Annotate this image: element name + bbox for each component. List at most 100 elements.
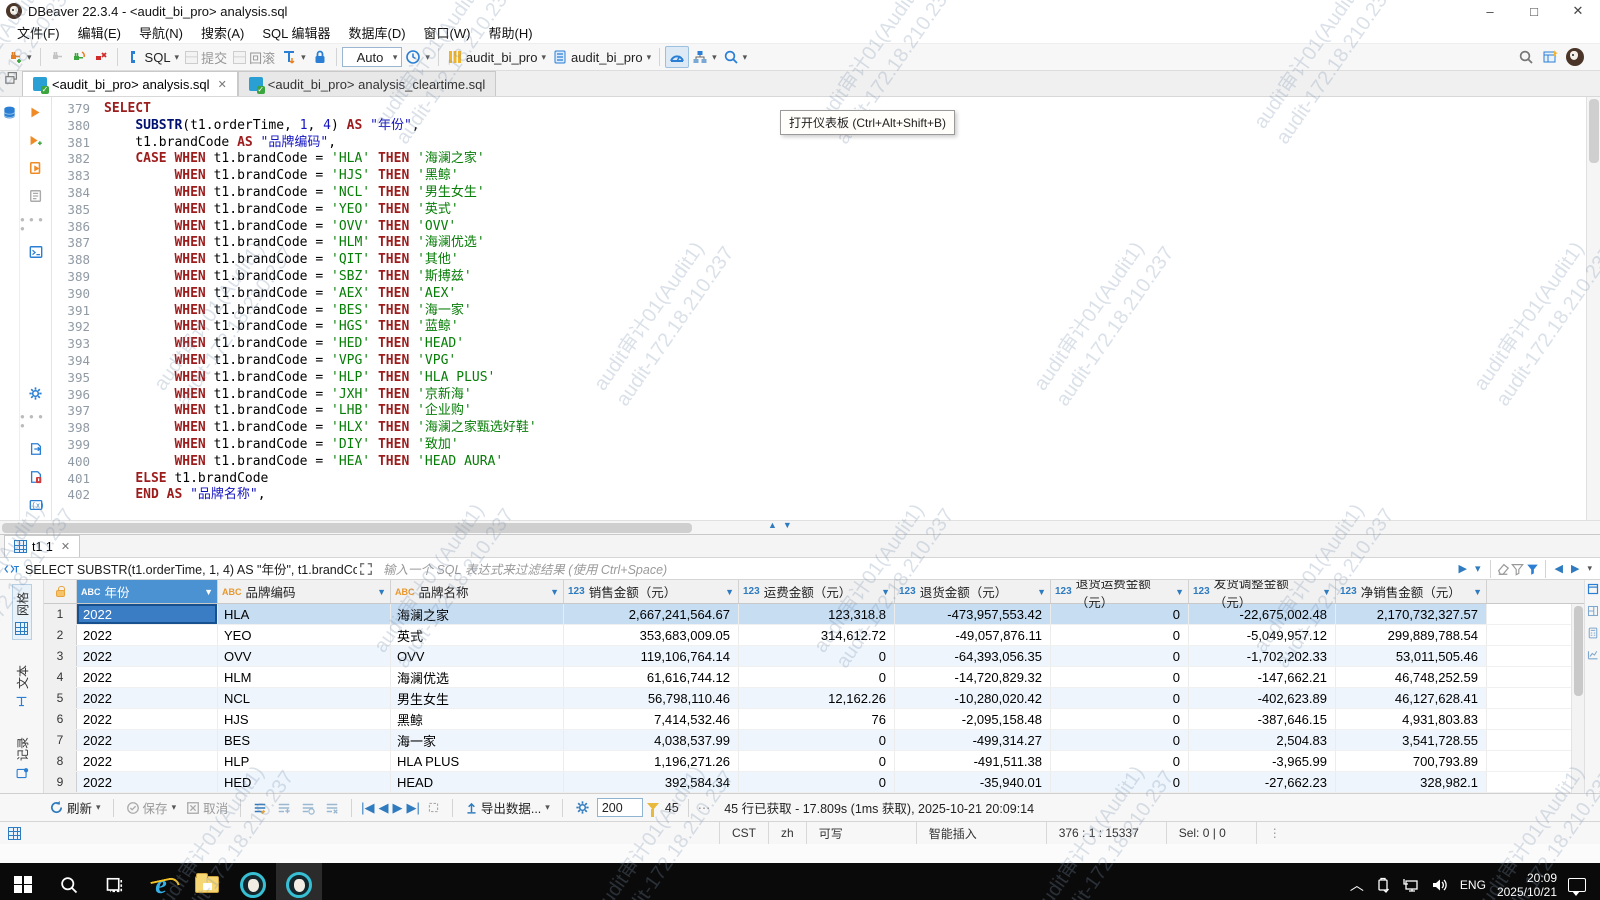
table-row[interactable]: 1 2022 HLA 海澜之家 2,667,241,564.67 123,318.8 -47… <box>44 604 1584 625</box>
table-cell[interactable]: 2022 <box>77 604 218 624</box>
table-cell[interactable]: 海澜优选 <box>391 667 564 687</box>
value-viewer-icon[interactable] <box>1587 649 1599 661</box>
erase-filter-icon[interactable] <box>1496 562 1510 576</box>
table-cell[interactable]: -35,940.01 <box>895 772 1051 792</box>
row-number[interactable]: 3 <box>44 646 77 666</box>
table-cell[interactable]: 2022 <box>77 646 218 666</box>
table-cell[interactable]: 0 <box>739 751 895 771</box>
action-center-icon[interactable] <box>1568 877 1586 896</box>
table-row[interactable]: 7 2022 BES 海一家 4,038,537.99 0 -499,314.27 0 2,50… <box>44 730 1584 751</box>
column-header-9[interactable]: 123 净销售金额（元） ▼ <box>1336 580 1487 603</box>
invalidate-button[interactable] <box>90 47 112 67</box>
expand-filter-icon[interactable] <box>359 562 373 576</box>
filter-input[interactable]: 输入一个 SQL 表达式来过滤结果 (使用 Ctrl+Space) <box>383 559 1455 578</box>
execute-new-tab-button[interactable] <box>26 131 46 149</box>
problems-view-button[interactable] <box>26 468 46 486</box>
table-cell[interactable]: 12,162.26 <box>739 688 895 708</box>
calc-panel-icon[interactable] <box>1587 627 1599 639</box>
explain-plan-button[interactable] <box>26 187 46 205</box>
table-cell[interactable]: 0 <box>1051 667 1189 687</box>
column-header-1[interactable]: ABC 年份 ▼ <box>77 580 218 603</box>
menu-database[interactable]: 数据库(D) <box>340 21 415 44</box>
taskbar-search-button[interactable] <box>46 863 92 900</box>
er-diagram-button[interactable]: ▾ <box>689 47 720 67</box>
column-header-5[interactable]: 123 运费金额（元） ▼ <box>739 580 895 603</box>
open-console-button[interactable] <box>26 243 46 261</box>
table-cell[interactable]: -147,662.21 <box>1189 667 1336 687</box>
table-cell[interactable]: HLA PLUS <box>391 751 564 771</box>
grid-settings-button[interactable] <box>572 798 593 817</box>
row-number[interactable]: 8 <box>44 751 77 771</box>
column-filter-icon[interactable]: ▼ <box>1473 587 1482 597</box>
table-cell[interactable]: HJS <box>218 709 391 729</box>
table-cell[interactable]: 4,931,803.83 <box>1336 709 1487 729</box>
table-cell[interactable]: 2,504.83 <box>1189 730 1336 750</box>
table-cell[interactable]: 0 <box>1051 688 1189 708</box>
column-header-7[interactable]: 123 退货运费金额（元） ▼ <box>1051 580 1189 610</box>
maximize-button[interactable]: □ <box>1512 0 1556 22</box>
table-cell[interactable]: YEO <box>218 625 391 645</box>
table-cell[interactable]: -27,662.23 <box>1189 772 1336 792</box>
new-connection-button[interactable]: ▾ <box>4 47 35 67</box>
table-cell[interactable]: 53,011,505.46 <box>1336 646 1487 666</box>
column-filter-icon[interactable]: ▼ <box>550 587 559 597</box>
table-cell[interactable]: 0 <box>1051 709 1189 729</box>
column-header-2[interactable]: ABC 品牌编码 ▼ <box>218 580 391 603</box>
table-cell[interactable]: 2022 <box>77 688 218 708</box>
table-cell[interactable]: HED <box>218 772 391 792</box>
table-cell[interactable]: OVV <box>218 646 391 666</box>
execute-script-button[interactable] <box>26 159 46 177</box>
table-cell[interactable]: -1,702,202.33 <box>1189 646 1336 666</box>
table-cell[interactable]: 0 <box>1051 646 1189 666</box>
dbeaver-perspective-icon[interactable] <box>1566 48 1584 66</box>
editor-tab-analysis-cleartime[interactable]: <audit_bi_pro> analysis_cleartime.sql <box>237 71 497 96</box>
row-number[interactable]: 4 <box>44 667 77 687</box>
first-page-button[interactable]: |◀ <box>361 800 374 816</box>
tray-language-indicator[interactable]: ENG <box>1460 878 1486 892</box>
table-row[interactable]: 9 2022 HED HEAD 392,584.34 0 -35,940.01 0 -27,66… <box>44 772 1584 793</box>
table-cell[interactable]: 男生女生 <box>391 688 564 708</box>
table-cell[interactable]: BES <box>218 730 391 750</box>
last-page-button[interactable]: ▶| <box>406 800 419 816</box>
disconnect-button[interactable] <box>46 47 68 67</box>
table-cell[interactable]: 2022 <box>77 709 218 729</box>
table-cell[interactable]: 0 <box>739 730 895 750</box>
usb-tray-icon[interactable] <box>1375 877 1391 893</box>
presentation-tab-grid[interactable]: 网格 <box>11 584 32 640</box>
table-cell[interactable]: -491,511.38 <box>895 751 1051 771</box>
table-cell[interactable]: -49,057,876.11 <box>895 625 1051 645</box>
menu-navigate[interactable]: 导航(N) <box>130 21 192 44</box>
transaction-log-button[interactable]: ▾ <box>402 47 433 67</box>
output-view-button[interactable] <box>26 440 46 458</box>
menu-help[interactable]: 帮助(H) <box>479 21 541 44</box>
table-cell[interactable]: 2022 <box>77 751 218 771</box>
row-number[interactable]: 5 <box>44 688 77 708</box>
splitter-collapse-arrows[interactable]: ▲ ▼ <box>768 520 792 530</box>
table-cell[interactable]: 海一家 <box>391 730 564 750</box>
table-cell[interactable]: 0 <box>739 667 895 687</box>
table-cell[interactable]: 2022 <box>77 772 218 792</box>
save-button[interactable]: 保存 ▾ <box>123 796 180 819</box>
code-area[interactable]: 379 SELECT 380 SUBSTR (t1.orderTime, 1, 4) … <box>52 97 1586 520</box>
tab-close-icon[interactable]: ✕ <box>218 78 227 91</box>
table-cell[interactable]: HEAD <box>391 772 564 792</box>
table-cell[interactable]: OVV <box>391 646 564 666</box>
filter-settings-icon[interactable] <box>1510 562 1525 576</box>
table-cell[interactable]: -387,646.15 <box>1189 709 1336 729</box>
panels-layout-icon[interactable] <box>1587 605 1599 617</box>
result-grid[interactable]: ABC 年份 ▼ ABC 品牌编码 ▼ ABC 品牌名称 ▼ 123 销售金额（元） ▼ 123 运费金额… <box>44 580 1584 793</box>
column-header-4[interactable]: 123 销售金额（元） ▼ <box>564 580 739 603</box>
refresh-button[interactable]: 刷新 ▾ <box>46 796 104 819</box>
lock-button[interactable] <box>309 47 331 67</box>
table-cell[interactable]: -402,623.89 <box>1189 688 1336 708</box>
table-cell[interactable]: 0 <box>1051 625 1189 645</box>
table-cell[interactable]: 328,982.1 <box>1336 772 1487 792</box>
table-cell[interactable]: 0 <box>739 646 895 666</box>
edit-row-button[interactable] <box>250 799 270 817</box>
table-cell[interactable]: 0 <box>1051 751 1189 771</box>
prev-page-button[interactable]: ◀ <box>378 800 388 816</box>
table-cell[interactable]: 46,127,628.41 <box>1336 688 1487 708</box>
column-filter-icon[interactable]: ▼ <box>1175 587 1184 597</box>
row-number[interactable]: 9 <box>44 772 77 792</box>
table-cell[interactable]: 黑鲸 <box>391 709 564 729</box>
